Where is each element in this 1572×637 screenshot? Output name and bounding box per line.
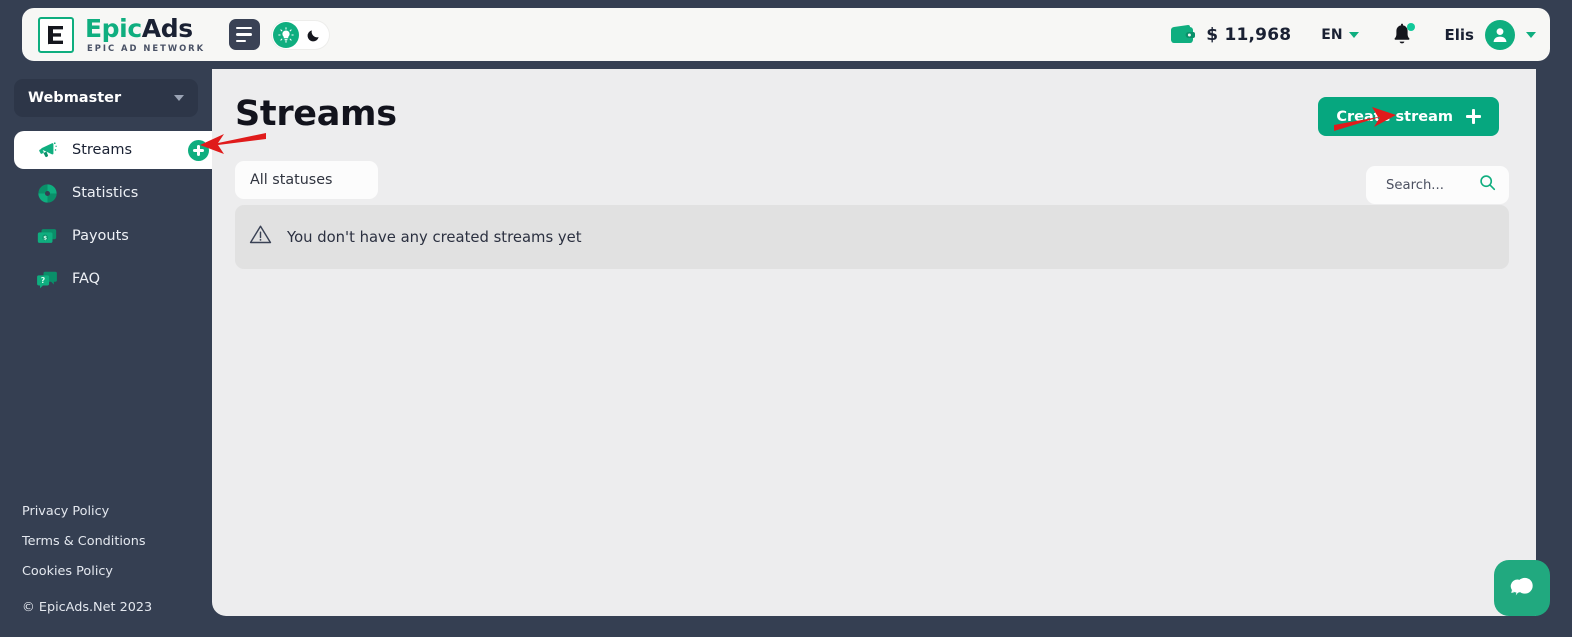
sidebar: Webmaster Streams Statistics $ Payouts ?… — [0, 69, 226, 637]
chat-question-icon: ? — [36, 269, 58, 290]
chat-widget-button[interactable] — [1494, 560, 1550, 616]
banknotes-icon: $ — [36, 226, 58, 247]
moon-icon — [306, 27, 322, 43]
hamburger-menu-icon[interactable] — [229, 19, 261, 50]
status-filter-dropdown[interactable]: All statuses — [235, 161, 378, 199]
chevron-down-icon — [174, 95, 184, 101]
brand-logo-text: EpicAds EPIC AD NETWORK — [85, 16, 205, 52]
empty-state-card: You don't have any created streams yet — [235, 205, 1509, 269]
footer-link-privacy-policy[interactable]: Privacy Policy — [22, 504, 152, 519]
create-stream-button[interactable]: Create stream — [1318, 97, 1499, 136]
logo-subtitle: EPIC AD NETWORK — [87, 43, 206, 54]
sidebar-item-statistics[interactable]: Statistics — [14, 174, 212, 212]
search-box[interactable] — [1366, 166, 1509, 204]
sidebar-item-label: Statistics — [72, 185, 139, 201]
search-input[interactable] — [1386, 177, 1479, 193]
sidebar-item-payouts[interactable]: $ Payouts — [14, 217, 212, 255]
top-header-bar: EpicAds EPIC AD NETWORK $ 11,968 EN Elis — [22, 8, 1550, 61]
pie-chart-icon — [36, 183, 58, 204]
logo-word-secondary: Ads — [141, 14, 193, 44]
page-title: Streams — [235, 94, 397, 134]
language-label: EN — [1321, 26, 1343, 43]
main-content: Streams Create stream All statuses You d… — [212, 69, 1536, 616]
sidebar-item-label: Streams — [72, 142, 133, 158]
role-label: Webmaster — [28, 90, 122, 106]
brand-logo[interactable]: EpicAds EPIC AD NETWORK — [38, 16, 205, 53]
user-menu-chevron-down-icon[interactable] — [1526, 31, 1536, 38]
warning-triangle-icon — [249, 224, 272, 250]
wallet-balance: $ 11,968 — [1206, 24, 1292, 45]
svg-text:?: ? — [41, 275, 45, 284]
sidebar-item-streams[interactable]: Streams — [14, 131, 226, 169]
plus-icon — [1466, 109, 1481, 124]
language-selector[interactable]: EN — [1321, 26, 1359, 43]
status-filter-value: All statuses — [250, 172, 333, 188]
lightbulb-icon — [273, 21, 300, 48]
sidebar-item-label: Payouts — [72, 228, 129, 244]
notifications-button[interactable] — [1391, 22, 1415, 47]
theme-toggle[interactable] — [272, 20, 330, 49]
user-name: Elis — [1444, 25, 1474, 44]
logo-word-primary: Epic — [85, 14, 142, 44]
sidebar-nav: Streams Statistics $ Payouts ? FAQ — [0, 131, 226, 298]
user-avatar-icon[interactable] — [1485, 19, 1515, 50]
copyright-text: © EpicAds.Net 2023 — [22, 600, 153, 615]
chat-bubbles-icon — [1510, 577, 1533, 596]
footer-link-terms-conditions[interactable]: Terms & Conditions — [22, 534, 152, 549]
epicads-e-logo-icon — [38, 16, 74, 53]
sidebar-footer: Privacy Policy Terms & Conditions Cookie… — [22, 504, 152, 615]
notification-unread-dot — [1406, 22, 1415, 31]
sidebar-item-label: FAQ — [72, 271, 101, 287]
sidebar-item-faq[interactable]: ? FAQ — [14, 260, 212, 298]
role-switcher[interactable]: Webmaster — [14, 79, 198, 117]
svg-text:$: $ — [43, 235, 47, 241]
empty-state-message: You don't have any created streams yet — [287, 228, 582, 246]
wallet-icon — [1170, 24, 1196, 46]
chevron-down-icon — [1348, 31, 1359, 38]
header-right-actions: $ 11,968 EN Elis — [1170, 19, 1536, 50]
add-stream-plus-icon[interactable] — [188, 140, 209, 161]
megaphone-icon — [36, 140, 58, 161]
create-stream-label: Create stream — [1336, 108, 1453, 125]
footer-link-cookies-policy[interactable]: Cookies Policy — [22, 564, 152, 579]
search-icon[interactable] — [1479, 174, 1496, 196]
